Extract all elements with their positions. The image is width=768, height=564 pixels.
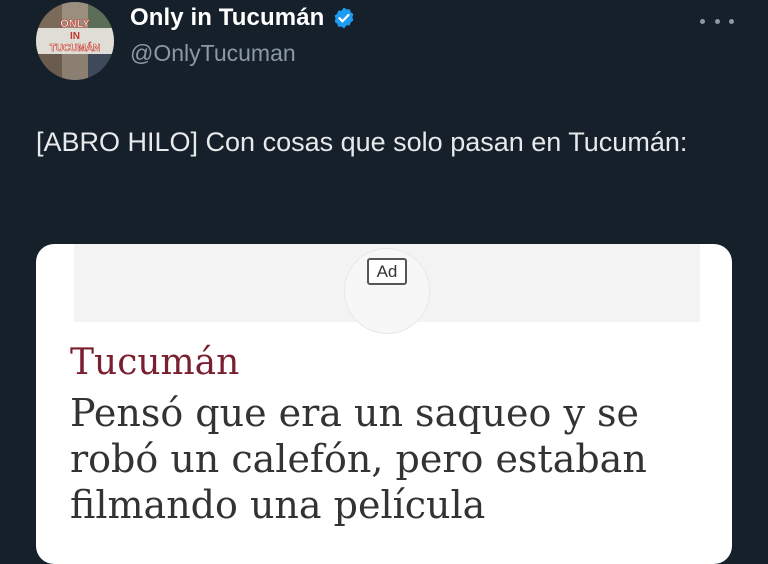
media-image[interactable]: Ad Tucumán Pensó que era un saqueo y se … bbox=[36, 244, 732, 564]
avatar-text-line-3: TUCUMÁN bbox=[50, 41, 101, 54]
avatar[interactable]: ONLY IN TUCUMÁN bbox=[36, 2, 114, 80]
verified-badge-icon bbox=[332, 6, 356, 30]
tweet: ONLY IN TUCUMÁN Only in Tucumán @OnlyTuc… bbox=[0, 0, 768, 564]
avatar-text-line-1: ONLY bbox=[60, 18, 90, 30]
news-section-label: Tucumán bbox=[70, 342, 240, 383]
more-dot bbox=[700, 18, 705, 24]
avatar-text-line-2: IN bbox=[70, 31, 80, 42]
more-dot bbox=[729, 18, 734, 24]
ad-badge: Ad bbox=[367, 258, 407, 285]
author-handle[interactable]: @OnlyTucuman bbox=[130, 40, 296, 67]
display-name[interactable]: Only in Tucumán bbox=[130, 4, 324, 32]
tweet-text: [ABRO HILO] Con cosas que solo pasan en … bbox=[36, 127, 688, 157]
more-horizontal-icon[interactable] bbox=[700, 12, 734, 30]
more-dot bbox=[714, 18, 720, 24]
news-headline: Pensó que era un saqueo y se robó un cal… bbox=[70, 391, 647, 527]
avatar-image: ONLY IN TUCUMÁN bbox=[36, 2, 114, 80]
author-name-row: Only in Tucumán bbox=[130, 4, 356, 32]
